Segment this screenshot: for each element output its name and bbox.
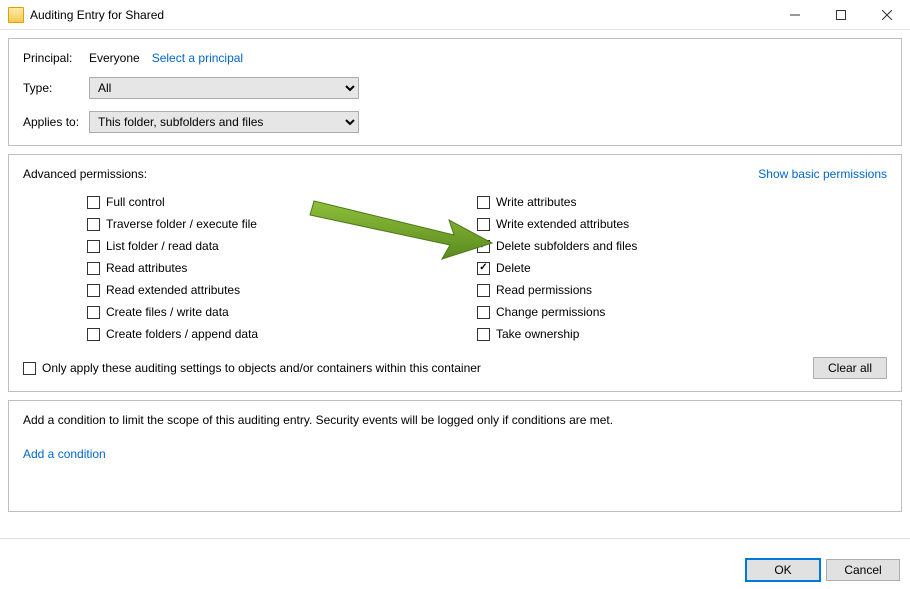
applies-to-select[interactable]: This folder, subfolders and files [89, 111, 359, 133]
permission-checkbox[interactable] [87, 218, 100, 231]
permission-checkbox[interactable] [477, 196, 490, 209]
close-button[interactable] [864, 0, 910, 30]
permission-label: Create folders / append data [106, 327, 258, 341]
permission-label: Delete [496, 261, 531, 275]
permission-checkbox[interactable] [87, 328, 100, 341]
permission-checkbox[interactable] [477, 218, 490, 231]
condition-text: Add a condition to limit the scope of th… [23, 413, 887, 427]
permission-row[interactable]: Write extended attributes [477, 213, 847, 235]
permission-label: Traverse folder / execute file [106, 217, 257, 231]
type-label: Type: [23, 81, 89, 95]
permission-row[interactable]: Change permissions [477, 301, 847, 323]
permission-checkbox[interactable] [87, 284, 100, 297]
permission-label: Change permissions [496, 305, 605, 319]
permission-label: Full control [106, 195, 165, 209]
cancel-button[interactable]: Cancel [826, 559, 900, 581]
permission-label: Read extended attributes [106, 283, 240, 297]
permission-row[interactable]: Traverse folder / execute file [87, 213, 457, 235]
titlebar: Auditing Entry for Shared [0, 0, 910, 30]
minimize-button[interactable] [772, 0, 818, 30]
only-apply-row[interactable]: Only apply these auditing settings to ob… [23, 357, 481, 379]
permission-label: Read permissions [496, 283, 592, 297]
permission-label: Take ownership [496, 327, 579, 341]
select-principal-link[interactable]: Select a principal [152, 51, 243, 65]
only-apply-checkbox[interactable] [23, 362, 36, 375]
permission-label: Read attributes [106, 261, 187, 275]
permission-row[interactable]: Write attributes [477, 191, 847, 213]
dialog-footer: OK Cancel [746, 559, 900, 581]
show-basic-permissions-link[interactable]: Show basic permissions [758, 167, 887, 181]
ok-button[interactable]: OK [746, 559, 820, 581]
window-title: Auditing Entry for Shared [30, 8, 164, 22]
permission-row[interactable]: Full control [87, 191, 457, 213]
permission-row[interactable]: Take ownership [477, 323, 847, 345]
permission-checkbox[interactable] [477, 284, 490, 297]
permission-checkbox[interactable] [477, 262, 490, 275]
permission-label: Create files / write data [106, 305, 229, 319]
principal-value: Everyone [89, 51, 140, 65]
type-select[interactable]: All [89, 77, 359, 99]
add-condition-link[interactable]: Add a condition [23, 447, 106, 461]
permissions-title: Advanced permissions: [23, 167, 147, 181]
permissions-right-column: Write attributes Write extended attribute… [477, 191, 847, 345]
permission-checkbox[interactable] [477, 306, 490, 319]
permission-row[interactable]: Delete subfolders and files [477, 235, 847, 257]
permission-checkbox[interactable] [477, 328, 490, 341]
permission-row[interactable]: Create files / write data [87, 301, 457, 323]
permission-label: Write extended attributes [496, 217, 629, 231]
clear-all-button[interactable]: Clear all [813, 357, 887, 379]
permission-row[interactable]: Read extended attributes [87, 279, 457, 301]
footer-divider [0, 538, 910, 539]
permission-row[interactable]: Create folders / append data [87, 323, 457, 345]
permissions-panel: Advanced permissions: Show basic permiss… [8, 154, 902, 392]
applies-to-label: Applies to: [23, 115, 89, 129]
permission-row[interactable]: Read permissions [477, 279, 847, 301]
permission-row[interactable]: List folder / read data [87, 235, 457, 257]
principal-label: Principal: [23, 51, 89, 65]
permission-checkbox[interactable] [87, 306, 100, 319]
permission-label: Write attributes [496, 195, 576, 209]
folder-icon [8, 7, 24, 23]
condition-panel: Add a condition to limit the scope of th… [8, 400, 902, 512]
permission-label: List folder / read data [106, 239, 219, 253]
permission-checkbox[interactable] [477, 240, 490, 253]
permissions-left-column: Full control Traverse folder / execute fi… [87, 191, 457, 345]
permission-checkbox[interactable] [87, 240, 100, 253]
maximize-button[interactable] [818, 0, 864, 30]
permission-row[interactable]: Delete [477, 257, 847, 279]
permission-label: Delete subfolders and files [496, 239, 637, 253]
permission-checkbox[interactable] [87, 196, 100, 209]
principal-type-panel: Principal: Everyone Select a principal T… [8, 38, 902, 146]
permission-checkbox[interactable] [87, 262, 100, 275]
permission-row[interactable]: Read attributes [87, 257, 457, 279]
only-apply-label: Only apply these auditing settings to ob… [42, 361, 481, 375]
